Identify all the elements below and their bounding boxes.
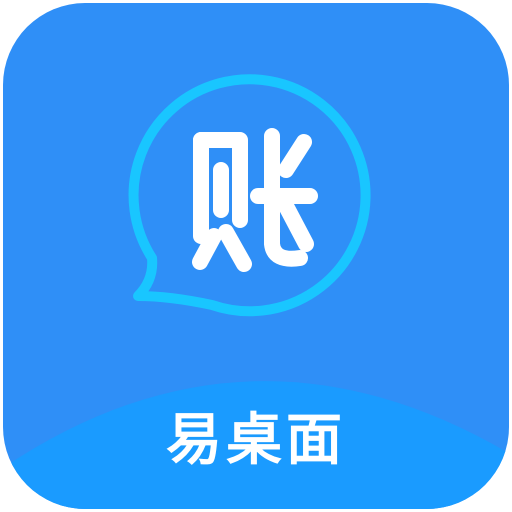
app-icon[interactable]: 易桌面 (0, 0, 512, 512)
app-name-label: 易桌面 (166, 408, 346, 473)
